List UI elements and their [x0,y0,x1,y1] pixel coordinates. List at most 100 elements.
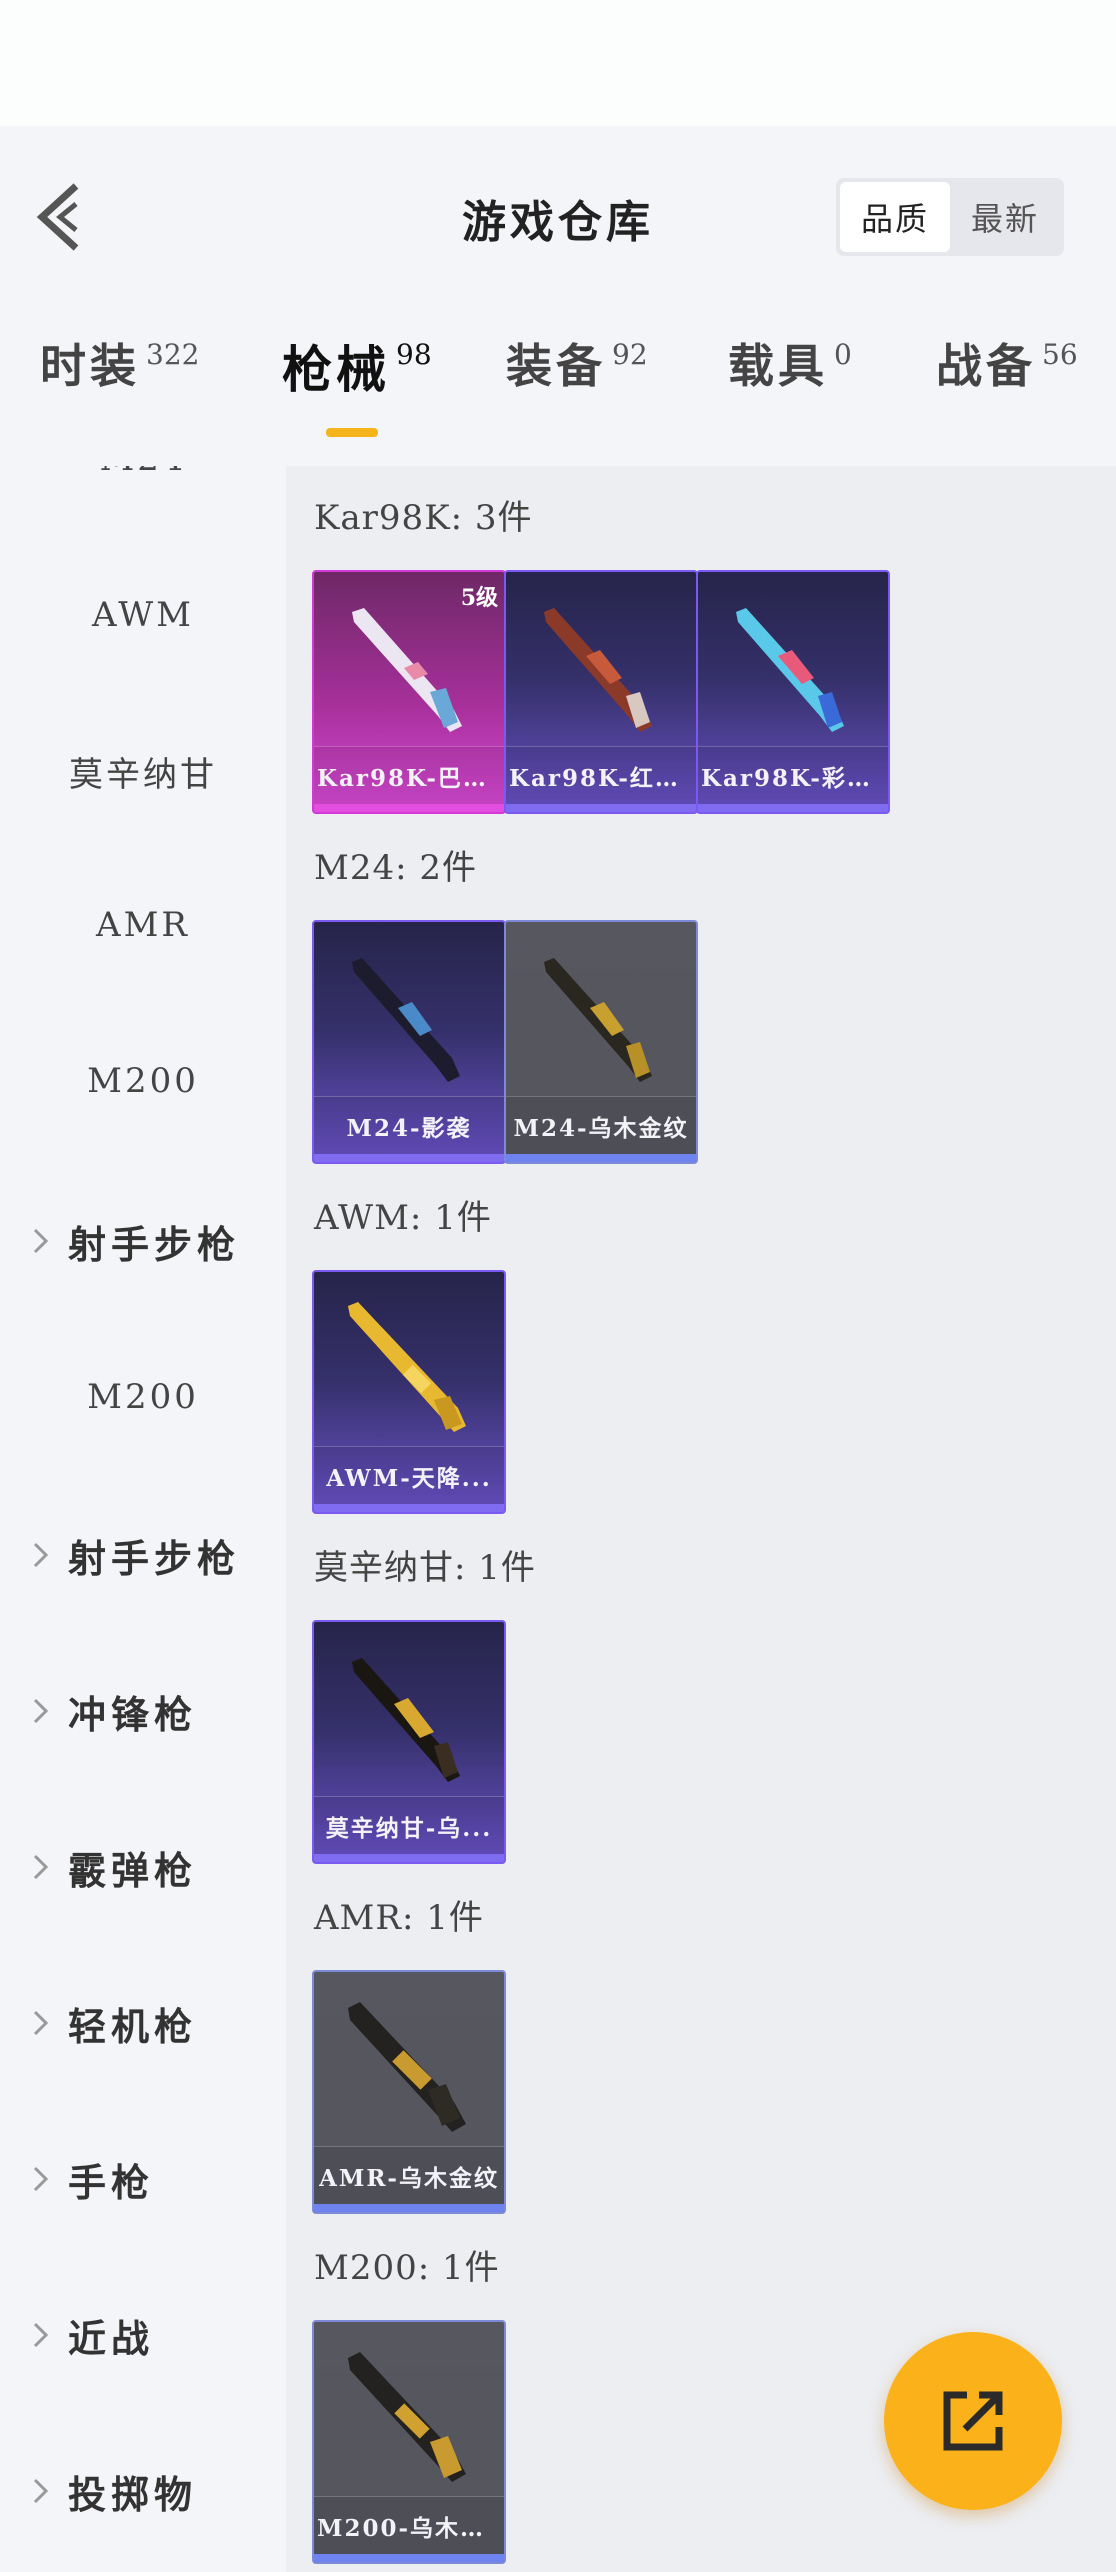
item-card[interactable]: M24-影袭 [312,920,506,1164]
rifle-icon [348,2002,466,2132]
share-button[interactable] [884,2332,1062,2510]
section-title: Kar98K: 3件 [314,498,533,538]
chevron-right-icon [33,2322,49,2348]
section-title: AWM: 1件 [314,1198,492,1238]
item-name: Kar98K-红色... [509,764,693,792]
item-card[interactable]: 莫辛纳甘-乌... [312,1620,506,1864]
rarity-bar [314,1854,504,1862]
item-name: AWM-天降... [326,1464,492,1492]
tab-label: 载具 [728,339,828,393]
item-name-box: Kar98K-彩虹... [698,746,888,804]
sidebar-item-label: 冲锋枪 [68,1691,198,1737]
sidebar-item-label: 近战 [68,2315,155,2361]
item-name: M24-影袭 [346,1114,472,1142]
sidebar-item-marksman-rifle-2[interactable]: 射手步枪 [0,1520,286,1590]
tab-count: 0 [834,338,852,371]
item-name-box: M24-乌木金纹 [506,1096,696,1154]
item-name-box: AWM-天降... [314,1446,504,1504]
rifle-icon [352,958,460,1082]
chevron-right-icon [33,2478,49,2504]
sidebar: M24 AWM 莫辛纳甘 AMR M200 射手步枪 M200 射手步枪 冲锋枪… [0,466,286,2572]
item-card[interactable]: M200-乌木金纹 [312,2320,506,2564]
sidebar-item-m200-2[interactable]: M200 [0,1362,286,1432]
item-card[interactable]: AMR-乌木金纹 [312,1970,506,2214]
active-tab-indicator [326,428,378,437]
chevron-right-icon [33,1542,49,1568]
card-row: AMR-乌木金纹 [312,1970,506,2214]
tab-label: 枪械 [282,340,390,399]
chevron-right-icon [33,1228,49,1254]
chevron-right-icon [33,2010,49,2036]
section-title: 莫辛纳甘: 1件 [314,1548,536,1588]
external-link-icon [943,2391,1003,2451]
rifle-icon [348,1302,466,1432]
item-card[interactable]: Kar98K-彩虹... [696,570,890,814]
section-title: AMR: 1件 [314,1898,484,1938]
item-list: Kar98K: 3件 5级 Kar98K-巴巴... Kar98K-红色... … [286,466,1116,2572]
section-title: M24: 2件 [314,848,477,888]
item-card[interactable]: M24-乌木金纹 [504,920,698,1164]
sort-newest-button[interactable]: 最新 [950,182,1060,252]
sidebar-item-label: 射手步枪 [68,1221,241,1267]
tab-count: 56 [1042,338,1078,371]
sort-toggle: 品质 最新 [836,178,1064,256]
tab-supplies[interactable]: 战备 56 [936,330,1078,430]
sidebar-item-pistol[interactable]: 手枪 [0,2144,286,2214]
item-name-box: M200-乌木金纹 [314,2496,504,2554]
item-name-box: Kar98K-红色... [506,746,696,804]
sidebar-item-throwable[interactable]: 投掷物 [0,2456,286,2526]
sidebar-item-label: 手枪 [68,2159,155,2205]
item-name: AMR-乌木金纹 [319,2164,499,2192]
sidebar-item-amr[interactable]: AMR [0,890,286,960]
sidebar-item-label: 射手步枪 [68,1535,241,1581]
rifle-icon [352,608,462,732]
level-badge: 5级 [460,585,498,611]
rarity-bar [314,1154,504,1162]
tab-label: 战备 [936,339,1036,393]
category-tabs: 时装 322 枪械 98 装备 92 载具 0 战备 56 [0,330,1116,440]
item-name: M24-乌木金纹 [513,1114,689,1142]
item-name: Kar98K-巴巴... [317,764,501,792]
tab-label: 时装 [40,339,140,393]
rifle-icon [352,1658,460,1782]
tab-count: 98 [396,338,432,371]
rarity-bar [314,1504,504,1512]
chevron-right-icon [33,1854,49,1880]
item-name-box: 莫辛纳甘-乌... [314,1796,504,1854]
sidebar-item-awm[interactable]: AWM [0,580,286,650]
sidebar-item-mosin[interactable]: 莫辛纳甘 [0,736,286,806]
sidebar-item-m24[interactable]: M24 [0,466,286,494]
tab-count: 322 [146,338,200,371]
sidebar-item-smg[interactable]: 冲锋枪 [0,1676,286,1746]
card-row: AWM-天降... [312,1270,506,1514]
tab-vehicles[interactable]: 载具 0 [728,330,852,430]
rifle-icon [736,608,844,732]
tab-fashion[interactable]: 时装 322 [40,330,199,430]
item-card[interactable]: 5级 Kar98K-巴巴... [312,570,506,814]
rarity-bar [506,804,696,812]
sidebar-item-melee[interactable]: 近战 [0,2300,286,2370]
sort-quality-button[interactable]: 品质 [840,182,950,252]
status-bar [0,0,1116,126]
item-name-box: Kar98K-巴巴... [314,746,504,804]
rifle-icon [348,2352,466,2482]
rarity-bar [698,804,888,812]
sidebar-item-marksman-rifle[interactable]: 射手步枪 [0,1206,286,1276]
tab-guns[interactable]: 枪械 98 [282,330,432,430]
chevron-right-icon [33,1698,49,1724]
section-title: M200: 1件 [314,2248,500,2288]
rarity-bar [314,804,504,812]
sidebar-item-lmg[interactable]: 轻机枪 [0,1988,286,2058]
card-row: 5级 Kar98K-巴巴... Kar98K-红色... Kar98K-彩虹..… [312,570,890,814]
sidebar-item-m200[interactable]: M200 [0,1046,286,1116]
item-card[interactable]: AWM-天降... [312,1270,506,1514]
item-card[interactable]: Kar98K-红色... [504,570,698,814]
tab-count: 92 [612,338,648,371]
rarity-bar [506,1154,696,1162]
sidebar-item-shotgun[interactable]: 霰弹枪 [0,1832,286,1902]
tab-label: 装备 [506,339,606,393]
item-name: 莫辛纳甘-乌... [325,1814,493,1842]
tab-equipment[interactable]: 装备 92 [506,330,648,430]
item-name-box: AMR-乌木金纹 [314,2146,504,2204]
rarity-bar [314,2554,504,2562]
